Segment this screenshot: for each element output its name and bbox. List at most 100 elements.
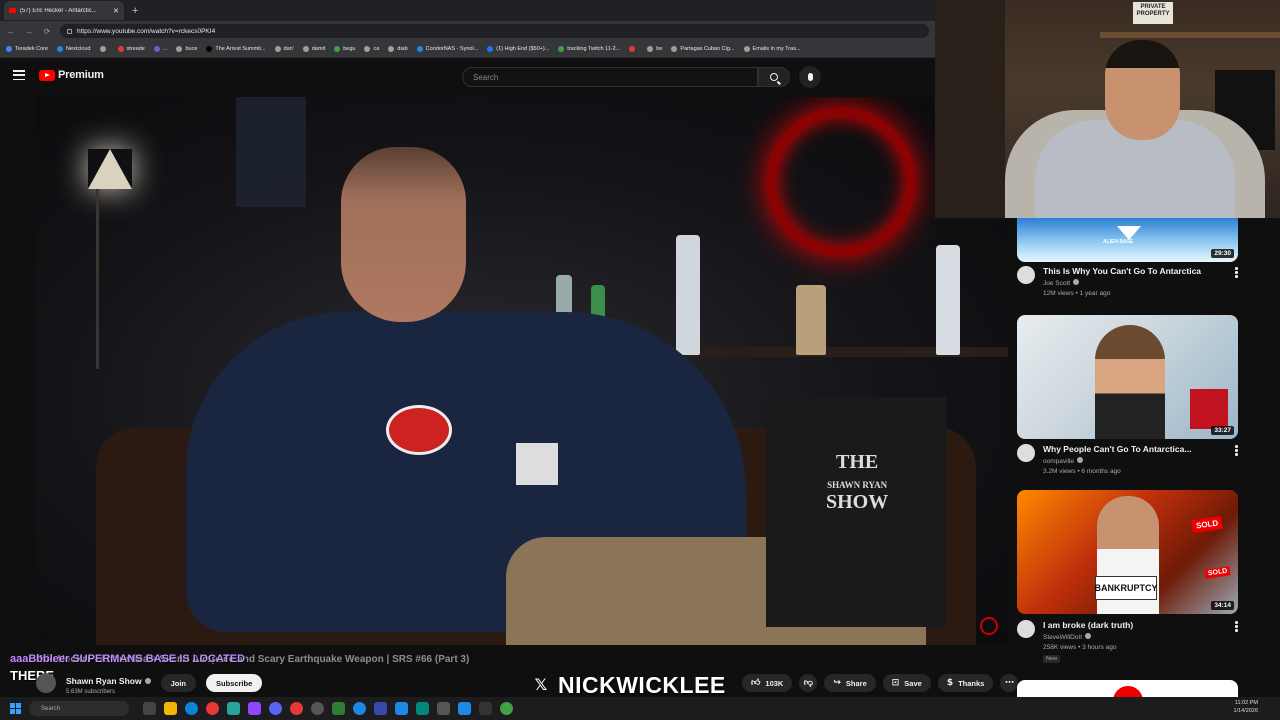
rec-channel[interactable]: oompaville	[1043, 457, 1084, 465]
windows-start-icon[interactable]	[10, 703, 21, 714]
bookmark-item[interactable]: diab	[388, 46, 408, 52]
search-input[interactable]: Search	[462, 67, 758, 87]
bookmark-favicon-icon	[671, 46, 678, 52]
app-icon[interactable]	[353, 702, 366, 715]
more-actions-button[interactable]: ⋯	[1000, 674, 1019, 692]
rec-title[interactable]: I am broke (dark truth)	[1043, 620, 1228, 630]
youtube-logo[interactable]: Premium	[39, 69, 104, 81]
share-button[interactable]: ↪ Share	[824, 674, 876, 692]
save-button[interactable]: ⊡ Save	[882, 674, 931, 692]
rec-thumbnail-2[interactable]: 33:27	[1017, 315, 1238, 439]
bookmark-item[interactable]: Teradek Core	[6, 46, 48, 52]
subscribe-button[interactable]: Subscribe	[206, 674, 263, 692]
bookmark-item[interactable]: ...	[153, 46, 167, 52]
bookmark-favicon-icon	[647, 46, 654, 52]
channel-name[interactable]: Shawn Ryan Show	[66, 676, 142, 686]
new-tab-button[interactable]: +	[132, 5, 138, 17]
search-button[interactable]	[758, 67, 790, 87]
windows-taskbar: Search 11:02 PM 1/14/2026	[0, 697, 1280, 720]
rec-item-2[interactable]: Why People Can't Go To Antarctica... oom…	[1017, 444, 1242, 484]
twitch-icon[interactable]	[248, 702, 261, 715]
join-button[interactable]: Join	[160, 674, 196, 692]
bookmark-item[interactable]: tracking Twitch 11-2...	[558, 46, 620, 52]
bookmark-item[interactable]	[629, 46, 638, 52]
video-player[interactable]: THE SHAWN RYAN SHOW	[36, 97, 1008, 645]
bookmark-label: tracking Twitch 11-2...	[567, 46, 621, 52]
rec-channel[interactable]: Joe Scott	[1043, 279, 1080, 287]
flag-backdrop	[236, 97, 306, 207]
site-info-icon[interactable]	[67, 28, 72, 34]
close-tab-icon[interactable]: ✕	[113, 7, 119, 15]
app-icon[interactable]	[416, 702, 429, 715]
rec-title[interactable]: Why People Can't Go To Antarctica...	[1043, 444, 1228, 454]
rec-thumbnail-4[interactable]	[1017, 680, 1238, 697]
app-icon[interactable]	[437, 702, 450, 715]
thanks-button[interactable]: $ Thanks	[937, 674, 994, 692]
rec-item-1[interactable]: This Is Why You Can't Go To Antarctica J…	[1017, 266, 1242, 306]
channel-avatar[interactable]	[1017, 444, 1035, 462]
app-icon[interactable]	[227, 702, 240, 715]
more-vertical-icon[interactable]	[1235, 621, 1238, 632]
bookmark-item[interactable]: begu	[334, 46, 355, 52]
bookmark-label: ca	[373, 46, 380, 52]
edge-icon[interactable]	[185, 702, 198, 715]
chrome-icon[interactable]	[206, 702, 219, 715]
bookmark-favicon-icon	[388, 46, 395, 52]
app-icon[interactable]	[332, 702, 345, 715]
share-label: Share	[845, 678, 867, 688]
save-label: Save	[904, 678, 922, 688]
more-vertical-icon[interactable]	[1235, 445, 1238, 456]
bookmark-item[interactable]: buce	[176, 46, 197, 52]
channel-avatar[interactable]	[36, 673, 56, 693]
app-icon[interactable]	[395, 702, 408, 715]
obs-icon[interactable]	[311, 702, 324, 715]
more-vertical-icon[interactable]	[1235, 267, 1238, 278]
menu-icon[interactable]	[13, 70, 25, 80]
app-icon[interactable]	[500, 702, 513, 715]
bookmark-item[interactable]: streade	[117, 46, 145, 52]
bookmark-item[interactable]: ca	[364, 46, 379, 52]
webcam-shelf	[1100, 32, 1280, 38]
bookmark-item[interactable]: be	[647, 46, 662, 52]
url-field[interactable]: https://www.youtube.com/watch?v=rckecs0P…	[60, 24, 929, 38]
like-button[interactable]: 👍︎ 103K	[742, 674, 793, 692]
rec-thumbnail-3[interactable]: BANKRUPTCY SOLD SOLD 34:14	[1017, 490, 1238, 614]
lamp-pole	[96, 189, 99, 369]
bookmark-item[interactable]: CondorNAS - Synol...	[416, 46, 478, 52]
bookmark-icon: ⊡	[891, 678, 900, 688]
rec-channel[interactable]: SteveWillDoIt	[1043, 633, 1092, 641]
bookmark-item[interactable]: Emails in my Tras...	[743, 46, 801, 52]
browser-tab-active[interactable]: (57) Eric Hecker - Antarctic... ✕	[4, 1, 124, 20]
bookmark-item[interactable]	[99, 46, 109, 52]
x-logo-icon: 𝕏	[534, 675, 548, 694]
task-view-icon[interactable]	[143, 702, 156, 715]
discord-icon[interactable]	[269, 702, 282, 715]
bookmark-item[interactable]: damit	[302, 46, 325, 52]
forward-icon[interactable]: →	[24, 27, 34, 36]
bookmark-item[interactable]: Partagas Cuban Cig...	[671, 46, 735, 52]
chrome-icon[interactable]	[290, 702, 303, 715]
rec-item-3[interactable]: I am broke (dark truth) SteveWillDoIt 25…	[1017, 620, 1242, 668]
thanks-label: Thanks	[958, 678, 985, 688]
bookmark-favicon-icon	[558, 46, 565, 52]
taskbar-search-input[interactable]: Search	[29, 701, 129, 716]
rec-title[interactable]: This Is Why You Can't Go To Antarctica	[1043, 266, 1228, 276]
channel-avatar[interactable]	[1017, 620, 1035, 638]
bookmark-item[interactable]: The Arrest Summit...	[206, 46, 266, 52]
app-icon[interactable]	[458, 702, 471, 715]
file-explorer-icon[interactable]	[164, 702, 177, 715]
channel-watermark-icon[interactable]	[980, 617, 998, 635]
bookmark-item[interactable]: dan'	[274, 46, 294, 52]
bookmark-label: Teradek Core	[15, 46, 49, 52]
voice-search-button[interactable]	[799, 66, 821, 88]
bookmark-item[interactable]: Nextcloud	[57, 46, 91, 52]
back-icon[interactable]: ←	[6, 27, 16, 36]
reload-icon[interactable]: ⟳	[42, 27, 52, 36]
system-clock[interactable]: 11:02 PM 1/14/2026	[1234, 700, 1258, 715]
app-icon[interactable]	[374, 702, 387, 715]
bookmark-item[interactable]: (1) High End ($50+)...	[487, 46, 549, 52]
rec-thumbnail-1[interactable]: ALIEN BASE 29:30	[1017, 218, 1238, 262]
app-icon[interactable]	[479, 702, 492, 715]
dislike-button[interactable]: 👎︎	[799, 674, 818, 692]
channel-avatar[interactable]	[1017, 266, 1035, 284]
